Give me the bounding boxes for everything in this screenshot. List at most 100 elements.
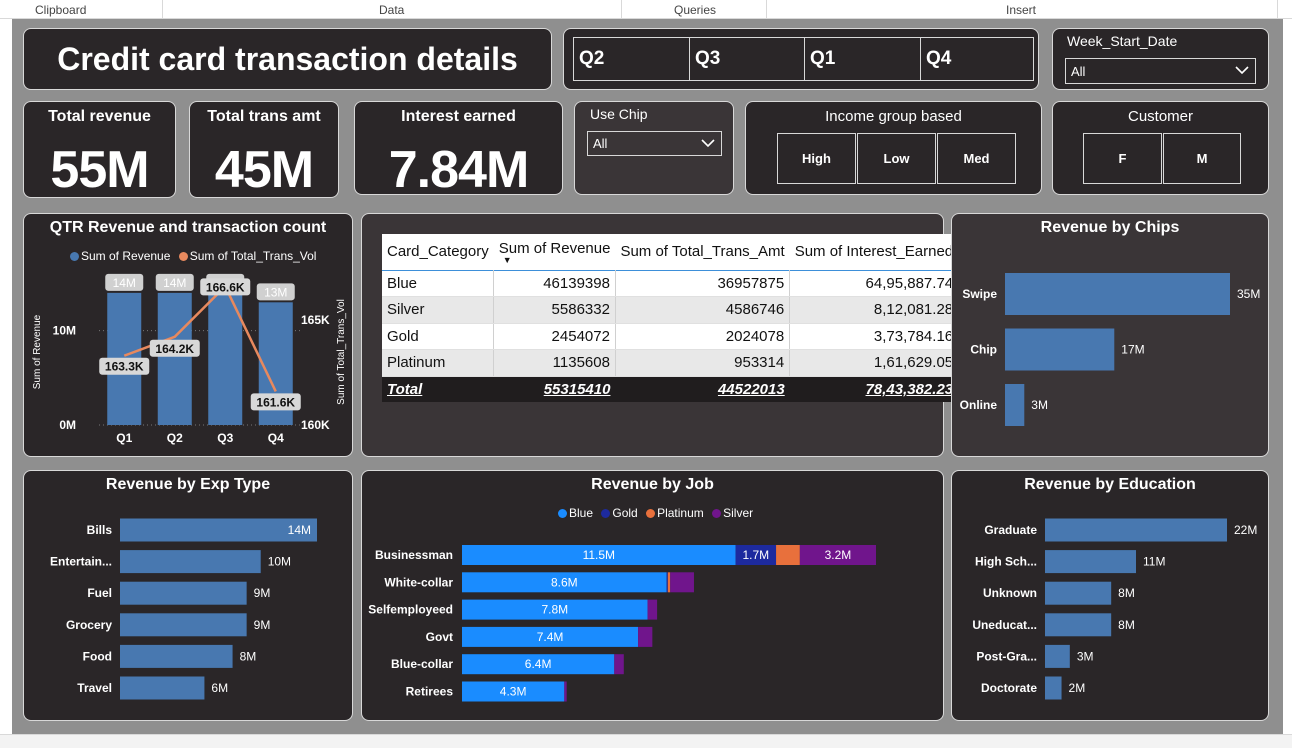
cell: 3,73,784.16: [789, 323, 959, 350]
customer-slicer: Customer F M: [1052, 101, 1269, 195]
job-plot: Businessman 11.5M 1.7M 3.2M White-collar 8.6M…: [368, 545, 876, 702]
income-tile-low[interactable]: Low: [857, 133, 936, 184]
cell: Silver: [382, 296, 495, 324]
cell: 46139398: [493, 269, 616, 297]
kpi-total-revenue: Total revenue 55M: [23, 101, 176, 199]
bar: [1005, 273, 1230, 315]
customer-tile-m[interactable]: M: [1163, 133, 1241, 184]
y2-tick-label: 165K: [301, 313, 330, 327]
qtr-revenue-chart: QTR Revenue and transaction count Sum of…: [23, 213, 353, 457]
income-tile-med[interactable]: Med: [937, 133, 1016, 184]
category-label: Govt: [426, 630, 453, 644]
ribbon-group-clipboard[interactable]: Clipboard: [35, 3, 86, 17]
page-title: Credit card transaction details: [57, 40, 518, 77]
total-row: Total 55315410 44522013 78,43,382.23: [382, 376, 959, 402]
cell: 55315410: [493, 376, 616, 402]
bar-data-label: 14M: [163, 276, 186, 290]
exp-plot: Bills 14M Entertain... 10M Fuel 9M Grocery 9M Fo…: [50, 518, 317, 700]
data-label: 3M: [1077, 649, 1094, 663]
cell: Total: [382, 376, 494, 402]
stack-segment: [638, 626, 653, 647]
category-label: High Sch...: [975, 555, 1037, 569]
kpi-value: 45M: [214, 141, 314, 199]
cell: 5586332: [493, 296, 616, 324]
income-tile-high[interactable]: High: [777, 133, 856, 184]
data-label: 11.5M: [583, 548, 615, 562]
data-label: 10M: [268, 555, 291, 569]
col-sum-trans-amt[interactable]: Sum of Total_Trans_Amt: [615, 234, 790, 270]
line-data-label: 163.3K: [105, 360, 144, 374]
quarter-tiles: Q2 Q3 Q1 Q4: [573, 37, 1034, 81]
qtr-plot: 0M 10M 160K 165K Sum of Revenue Sum of Total_…: [32, 273, 347, 445]
data-label: 7.8M: [541, 603, 568, 617]
kpi-total-trans-amt: Total trans amt 45M: [189, 101, 339, 199]
use-chip-dropdown[interactable]: All: [587, 131, 722, 156]
y-tick-label: 0M: [59, 418, 76, 432]
col-sum-interest[interactable]: Sum of Interest_Earned: [789, 234, 959, 270]
data-label: 1.7M: [743, 548, 770, 562]
table-row[interactable]: Blue 46139398 36957875 64,95,887.74: [382, 269, 959, 297]
x-tick-label: Q4: [268, 431, 284, 445]
report-title-card: Credit card transaction details: [23, 28, 552, 90]
week-dropdown-value: All: [1071, 63, 1086, 79]
table-row[interactable]: Platinum 1135608 953314 1,61,629.05: [382, 349, 959, 377]
data-label: 14M: [288, 523, 311, 537]
data-label: 3.2M: [825, 548, 852, 562]
data-label: 8M: [1118, 586, 1135, 600]
quarter-tile-q1[interactable]: Q1: [805, 38, 921, 80]
cell: Blue: [382, 269, 495, 297]
quarter-tile-q2[interactable]: Q2: [574, 38, 690, 80]
ribbon-group-insert[interactable]: Insert: [1006, 3, 1036, 17]
customer-tile-f[interactable]: F: [1083, 133, 1162, 184]
col-sum-revenue[interactable]: Sum of Revenue ▼: [493, 234, 616, 270]
education-plot: Graduate 22M High Sch... 11M Unknown 8M Uneduc…: [972, 518, 1257, 700]
status-bar: [0, 734, 1292, 748]
x-tick-label: Q2: [167, 431, 183, 445]
bar: [1045, 644, 1070, 668]
quarter-slicer: Q2 Q3 Q1 Q4: [563, 28, 1039, 90]
cell: 8,12,081.28: [789, 296, 959, 324]
table-row[interactable]: Gold 2454072 2024078 3,73,784.16: [382, 323, 959, 350]
ribbon-group-data[interactable]: Data: [379, 3, 404, 17]
line-data-label: 164.2K: [155, 342, 194, 356]
quarter-tile-q3[interactable]: Q3: [690, 38, 805, 80]
bar: [1045, 581, 1112, 605]
kpi-label: Total revenue: [48, 108, 151, 125]
category-label: Doctorate: [981, 681, 1037, 695]
bar: [1045, 518, 1227, 542]
week-start-date-dropdown[interactable]: All: [1065, 58, 1256, 84]
category-label: Travel: [77, 681, 112, 695]
data-label: 7.4M: [537, 630, 564, 644]
revenue-by-exp-type-chart: Revenue by Exp Type Bills 14M Entertain...…: [23, 470, 353, 721]
sort-desc-icon: ▼: [502, 255, 512, 266]
category-label: Bills: [87, 523, 113, 537]
bar: [1005, 328, 1115, 371]
bar: [1005, 384, 1025, 426]
x-tick-label: Q3: [217, 431, 233, 445]
x-tick-label: Q1: [116, 431, 132, 445]
revenue-by-job-chart: Revenue by Job Blue Gold Platinum Silver…: [361, 470, 944, 721]
category-label: Unknown: [983, 586, 1037, 600]
bar: [120, 644, 233, 668]
kpi-label: Interest earned: [401, 108, 516, 125]
y2-axis-title: Sum of Total_Trans_Vol: [336, 299, 347, 405]
bar: [1045, 676, 1062, 700]
category-label: Selfemployeed: [368, 603, 453, 617]
y-tick-label: 10M: [53, 324, 76, 338]
y2-tick-label: 160K: [301, 418, 330, 432]
matrix-table: Card_Category Sum of Revenue ▼ Sum of Tot…: [382, 234, 959, 402]
category-label: Businessman: [375, 548, 453, 562]
stack-segment: [667, 572, 671, 593]
series-line: [123, 284, 277, 392]
category-label: Fuel: [87, 586, 112, 600]
chips-plot: Swipe 35M Chip 17M Online 3M: [960, 273, 1260, 426]
col-card-category[interactable]: Card_Category: [382, 234, 494, 270]
table-row[interactable]: Silver 5586332 4586746 8,12,081.28: [382, 296, 959, 324]
quarter-tile-q4[interactable]: Q4: [921, 38, 1035, 80]
ribbon-group-queries[interactable]: Queries: [674, 3, 716, 17]
data-label: 6.4M: [525, 657, 552, 671]
chevron-down-icon: [701, 137, 715, 151]
stack-segment: [614, 654, 624, 675]
category-label: Entertain...: [50, 555, 112, 569]
category-label: Uneducat...: [972, 618, 1037, 632]
